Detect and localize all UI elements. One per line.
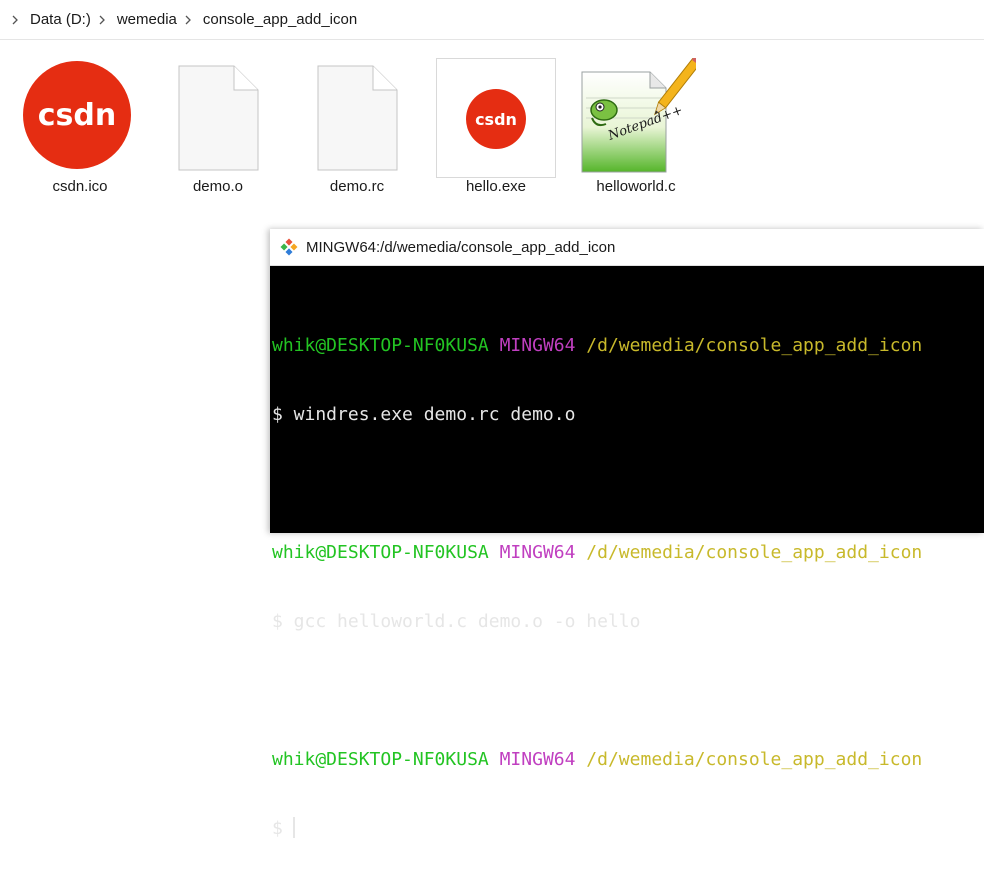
chevron-right-icon[interactable]: [10, 15, 20, 25]
file-item[interactable]: Notepad++ helloworld.c: [576, 54, 703, 208]
prompt-line: whik@DESKTOP-NF0KUSA MINGW64 /d/wemedia/…: [272, 748, 984, 771]
file-item[interactable]: demo.o: [158, 58, 278, 208]
terminal-title: MINGW64:/d/wemedia/console_app_add_icon: [306, 238, 616, 256]
file-name: demo.rc: [329, 178, 385, 195]
command-line: $ gcc helloworld.c demo.o -o hello: [272, 611, 641, 632]
logo-text: csdn: [38, 98, 116, 133]
prompt-user: whik@DESKTOP-NF0KUSA: [272, 335, 489, 356]
csdn-logo-icon: csdn: [436, 58, 556, 178]
breadcrumb-item-current-folder[interactable]: console_app_add_icon: [199, 9, 361, 30]
git-bash-icon: [280, 238, 298, 256]
prompt-path: /d/wemedia/console_app_add_icon: [586, 542, 923, 563]
terminal-titlebar[interactable]: MINGW64:/d/wemedia/console_app_add_icon: [270, 229, 984, 266]
prompt-path: /d/wemedia/console_app_add_icon: [586, 335, 923, 356]
blank-file-icon: [158, 58, 278, 178]
chevron-right-icon[interactable]: [183, 15, 193, 25]
breadcrumb: Data (D:) wemedia console_app_add_icon: [0, 0, 984, 40]
file-item[interactable]: csdn csdn.ico: [20, 58, 140, 208]
breadcrumb-item-drive[interactable]: Data (D:): [26, 9, 95, 30]
blank-file-icon: [297, 58, 417, 178]
text-cursor: [292, 817, 295, 838]
prompt-host: MINGW64: [499, 335, 576, 356]
chevron-right-icon[interactable]: [97, 15, 107, 25]
prompt-host: MINGW64: [499, 749, 576, 770]
breadcrumb-item-wemedia[interactable]: wemedia: [113, 9, 181, 30]
prompt-user: whik@DESKTOP-NF0KUSA: [272, 749, 489, 770]
file-item[interactable]: demo.rc: [297, 58, 417, 208]
prompt-user: whik@DESKTOP-NF0KUSA: [272, 542, 489, 563]
prompt-symbol: $: [272, 818, 283, 839]
command-line: $ windres.exe demo.rc demo.o: [272, 404, 576, 425]
file-name: helloworld.c: [596, 178, 676, 195]
prompt-host: MINGW64: [499, 542, 576, 563]
csdn-logo-icon: csdn: [20, 58, 140, 178]
file-name: hello.exe: [465, 178, 527, 195]
file-name: csdn.ico: [52, 178, 108, 195]
prompt-line: whik@DESKTOP-NF0KUSA MINGW64 /d/wemedia/…: [272, 334, 984, 357]
command-input-line[interactable]: $: [272, 817, 984, 840]
prompt-line: whik@DESKTOP-NF0KUSA MINGW64 /d/wemedia/…: [272, 541, 984, 564]
file-name: demo.o: [192, 178, 244, 195]
file-item[interactable]: csdn hello.exe: [436, 58, 556, 208]
terminal-window[interactable]: MINGW64:/d/wemedia/console_app_add_icon …: [270, 229, 984, 839]
terminal-output[interactable]: whik@DESKTOP-NF0KUSA MINGW64 /d/wemedia/…: [270, 266, 984, 886]
notepad-plus-plus-icon: Notepad++: [576, 54, 703, 178]
logo-text: csdn: [475, 110, 517, 129]
prompt-path: /d/wemedia/console_app_add_icon: [586, 749, 923, 770]
